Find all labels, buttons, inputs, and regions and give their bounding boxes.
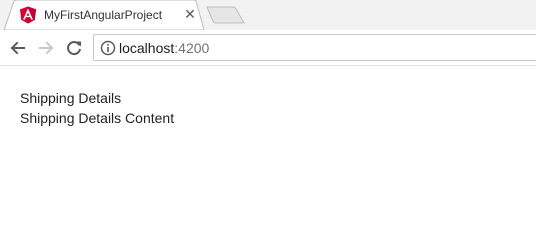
url-host: localhost — [119, 40, 175, 56]
url-text: localhost:4200 — [119, 40, 209, 56]
page-heading: Shipping Details — [20, 90, 122, 106]
tab-title: MyFirstAngularProject — [44, 8, 163, 22]
tab-strip: MyFirstAngularProject ✕ — [0, 0, 536, 30]
info-circle-icon[interactable] — [100, 40, 116, 56]
active-tab[interactable]: MyFirstAngularProject ✕ — [4, 0, 204, 30]
page-body-text: Shipping Details Content — [20, 110, 175, 126]
browser-toolbar: localhost:4200 — [0, 30, 536, 66]
angular-logo-icon — [20, 6, 36, 24]
page-content: Shipping Details Shipping Details Conten… — [20, 88, 174, 128]
url-port: :4200 — [174, 40, 210, 56]
address-bar[interactable]: localhost:4200 — [93, 34, 536, 61]
arrow-left-icon[interactable] — [8, 38, 28, 58]
arrow-right-icon[interactable] — [36, 38, 56, 58]
new-tab-icon — [206, 6, 245, 24]
close-icon[interactable]: ✕ — [182, 6, 198, 22]
reload-icon[interactable] — [64, 38, 84, 58]
new-tab-button[interactable] — [206, 6, 246, 24]
